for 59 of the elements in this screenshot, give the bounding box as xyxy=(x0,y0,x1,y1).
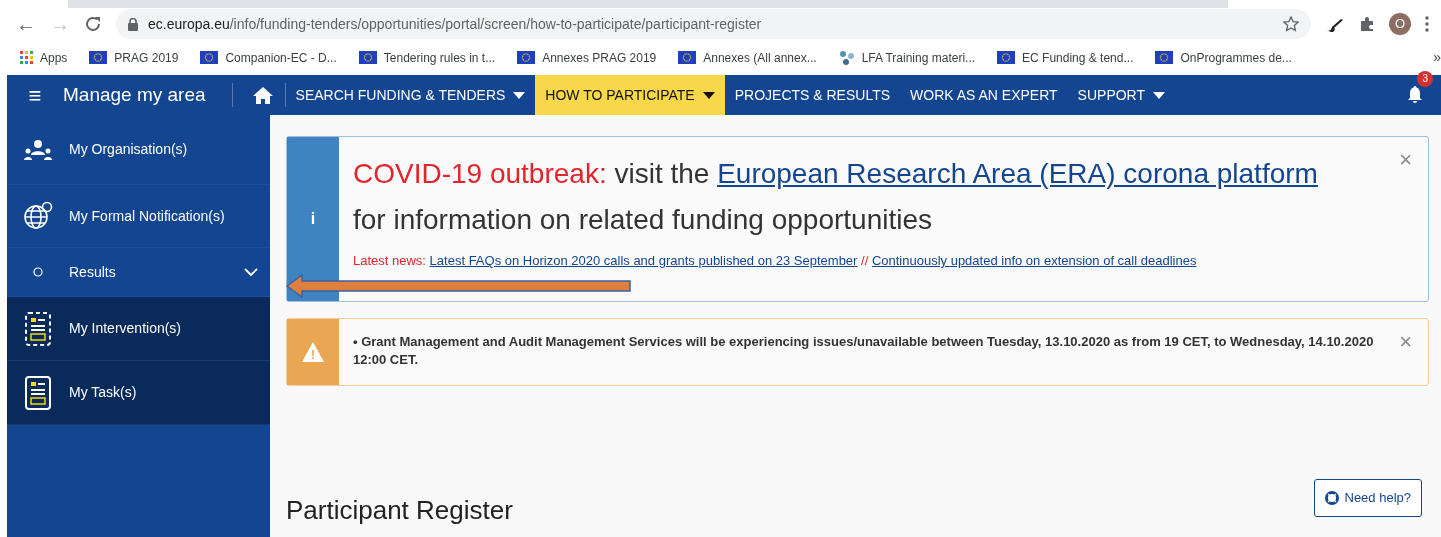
nav-tab[interactable]: HOW TO PARTICIPATE xyxy=(535,75,725,115)
flag-icon xyxy=(1155,51,1174,64)
document-icon xyxy=(25,375,51,410)
bookmark[interactable]: Companion-EC - D... xyxy=(200,48,337,67)
site-title: Manage my area xyxy=(63,83,233,107)
network-icon xyxy=(838,49,855,66)
lock-icon xyxy=(128,17,138,31)
flag-icon xyxy=(997,51,1016,64)
apps-icon xyxy=(20,51,33,64)
globe-icon xyxy=(23,201,53,231)
people-icon xyxy=(23,138,53,161)
nav-tab[interactable]: PROJECTS & RESULTS xyxy=(724,75,901,115)
address-bar[interactable]: ec.europa.eu/info/funding-tenders/opportunities/portal/screen/how-to-participate/participant-register xyxy=(116,9,1311,39)
platform-link[interactable]: European Research Area (ERA) corona platform xyxy=(717,158,1318,189)
sidebar-item[interactable]: My Intervention(s) xyxy=(7,297,270,361)
more-icon[interactable] xyxy=(1425,16,1429,32)
puzzle-icon[interactable] xyxy=(1359,16,1375,32)
flag-icon xyxy=(517,51,536,64)
flag-icon xyxy=(678,51,697,64)
news-link[interactable]: Continuously updated info on extension of call deadlines xyxy=(871,253,1197,268)
news-line: Latest news: Latest FAQs on Horizon 2020 calls and grants published on 23 September // Continuously updated info on extension of call deadlines xyxy=(353,252,1198,270)
sidebar-item[interactable]: My Task(s) xyxy=(7,361,270,425)
back-button[interactable]: ← xyxy=(16,14,36,34)
warning-mark: ! xyxy=(311,346,315,364)
maintenance-message: • Grant Management and Audit Management Services will be experiencing issues/unavailable between Tuesday, 13.10.2020 as from 19 CET, to Wednesday, 14.10.2020 12:00 CET. xyxy=(353,333,1375,370)
profile-avatar[interactable]: O xyxy=(1389,13,1411,35)
bookmark[interactable]: LFA Training materi... xyxy=(838,48,976,67)
lifebuoy-icon xyxy=(1324,490,1339,505)
circle-icon xyxy=(33,267,43,277)
page-title: Participant Register xyxy=(286,495,513,527)
announcement-text: for information on related funding opportunities xyxy=(353,203,934,237)
announcement-heading: COVID-19 outbreak: visit the European Research Area (ERA) corona platform xyxy=(353,157,1319,191)
home-icon xyxy=(252,86,273,104)
bell-icon[interactable] xyxy=(1407,86,1423,104)
bookmark[interactable]: PRAG 2019 xyxy=(89,48,179,67)
flag-icon xyxy=(358,51,377,64)
menu-button[interactable]: ≡ xyxy=(7,75,63,115)
bookmark[interactable]: Annexes (All annex... xyxy=(678,48,817,67)
news-link[interactable]: Latest FAQs on Horizon 2020 calls and grants published on 23 September xyxy=(429,253,858,268)
notification-badge: 3 xyxy=(1417,71,1433,87)
help-button[interactable]: Need help? xyxy=(1313,479,1422,517)
warning-icon xyxy=(302,342,324,362)
flag-icon xyxy=(200,51,219,64)
bookmark[interactable]: Annexes PRAG 2019 xyxy=(517,48,657,67)
star-icon[interactable] xyxy=(1283,16,1299,32)
reload-icon[interactable] xyxy=(84,15,102,33)
chevron-down-icon[interactable] xyxy=(244,268,258,278)
more-bookmarks[interactable]: » xyxy=(1433,47,1441,68)
flag-icon xyxy=(89,51,108,64)
nav-tab[interactable]: SEARCH FUNDING & TENDERS xyxy=(285,75,536,115)
bookmark[interactable]: EC Funding & tend... xyxy=(997,48,1134,67)
bookmark[interactable]: Apps xyxy=(20,48,68,67)
nav-tab[interactable]: WORK AS AN EXPERT xyxy=(900,75,1068,115)
bookmark[interactable]: Tendering rules in t... xyxy=(358,48,496,67)
nav-tab[interactable]: SUPPORT xyxy=(1067,75,1176,115)
sidebar-item[interactable]: My Formal Notification(s) xyxy=(7,185,270,248)
bookmark[interactable]: OnProgrammes de... xyxy=(1155,48,1292,67)
document-icon xyxy=(25,311,51,346)
info-icon: i xyxy=(310,207,316,231)
